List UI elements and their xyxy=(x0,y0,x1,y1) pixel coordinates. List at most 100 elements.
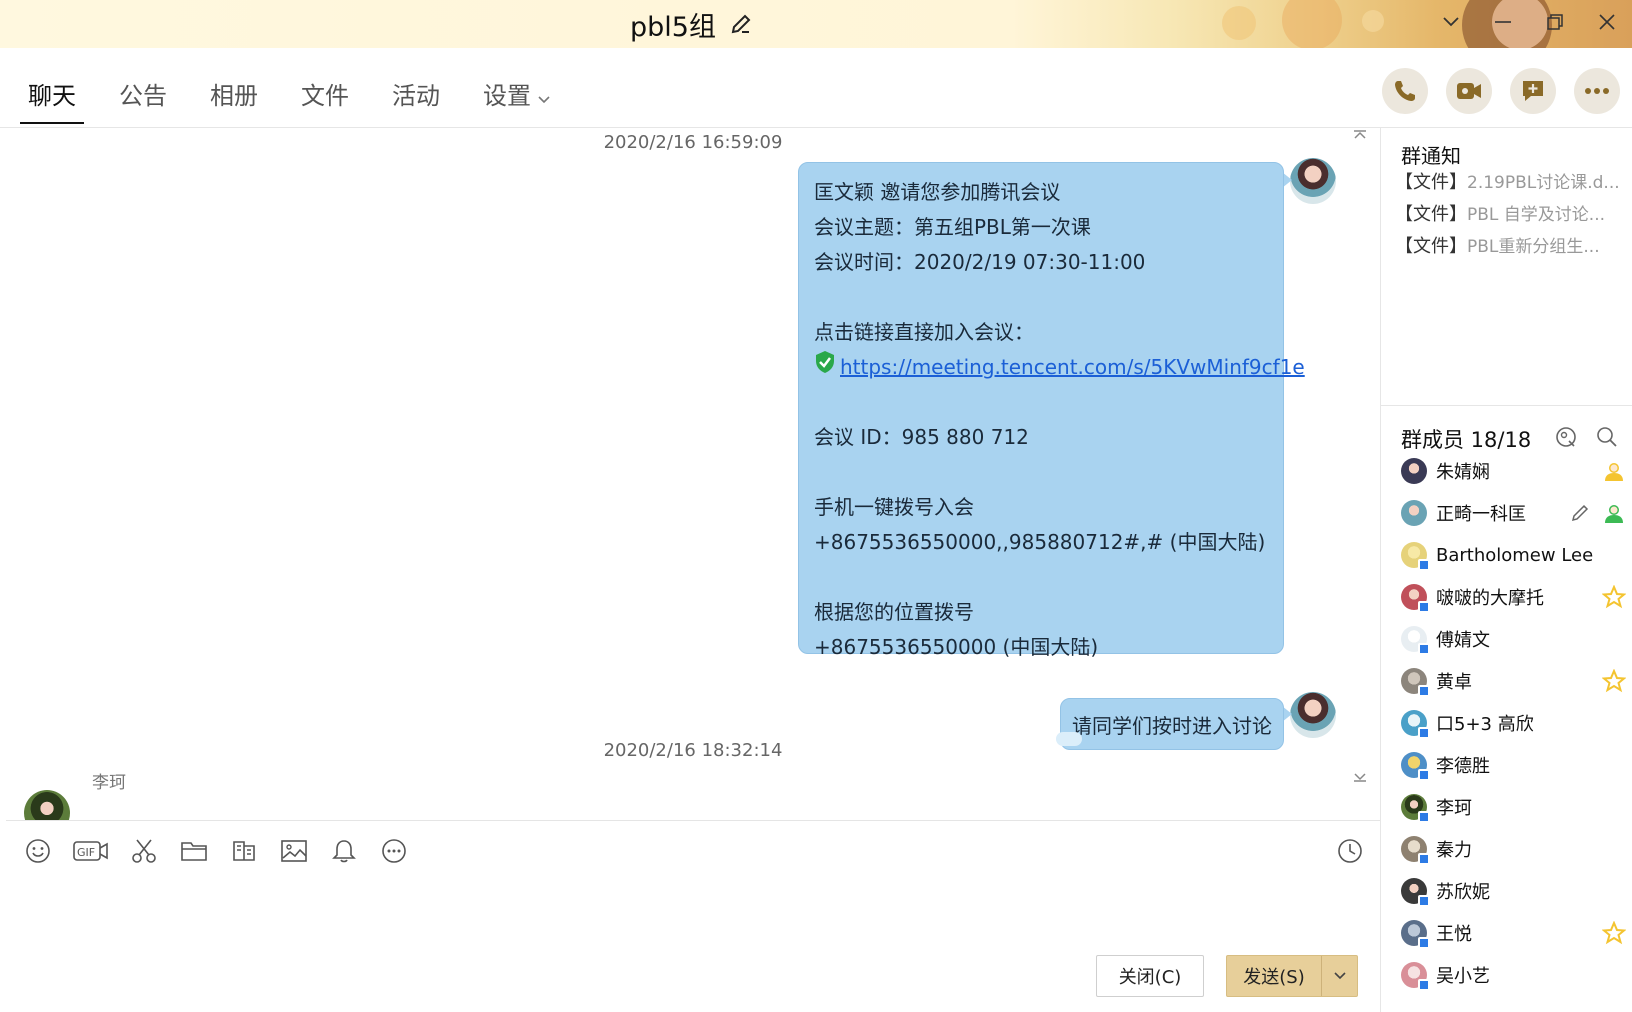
member-avatar xyxy=(1401,752,1430,781)
notice-item[interactable]: 【文件】2.19PBL讨论课.d... xyxy=(1395,168,1625,194)
member-item[interactable]: 王悦 xyxy=(1401,916,1627,950)
notice-tag: 【文件】 xyxy=(1395,236,1467,257)
member-item[interactable]: 傅婧文 xyxy=(1401,622,1627,656)
member-name: 李德胜 xyxy=(1436,756,1490,777)
sender-avatar[interactable] xyxy=(1290,158,1336,204)
minimize-icon[interactable] xyxy=(1490,9,1516,35)
member-avatar xyxy=(1401,878,1430,907)
history-clock-icon[interactable] xyxy=(1334,835,1366,867)
member-name: 王悦 xyxy=(1436,924,1472,945)
member-search-icon[interactable] xyxy=(1594,424,1620,450)
notice-item[interactable]: 【文件】PBL重新分组生... xyxy=(1395,232,1625,258)
close-icon[interactable] xyxy=(1594,9,1620,35)
member-avatar xyxy=(1401,542,1430,571)
member-name: 苏欣妮 xyxy=(1436,882,1490,903)
notice-item[interactable]: 【文件】PBL 自学及讨论... xyxy=(1395,200,1625,226)
image-icon[interactable] xyxy=(278,835,310,867)
send-button[interactable]: 发送(S) xyxy=(1226,955,1358,997)
message-text: 请同学们按时进入讨论 xyxy=(1072,713,1272,738)
sender-avatar[interactable] xyxy=(1290,692,1336,738)
tab-label: 公告 xyxy=(119,82,167,110)
edit-title-icon[interactable] xyxy=(728,11,754,37)
group-owner-icon xyxy=(1601,458,1627,484)
group-info-panel: 群通知 【文件】2.19PBL讨论课.d... 【文件】PBL 自学及讨论...… xyxy=(1380,128,1632,1012)
more-options-button[interactable] xyxy=(1574,68,1620,114)
meeting-link[interactable]: https://meeting.tencent.com/s/5KVwMinf9c… xyxy=(840,350,1305,385)
document-tool-icon[interactable] xyxy=(228,835,260,867)
restore-icon[interactable] xyxy=(1542,9,1568,35)
member-item[interactable]: 黄卓 xyxy=(1401,664,1627,698)
member-name: 口5+3 高欣 xyxy=(1436,714,1534,735)
shield-check-icon xyxy=(814,350,836,385)
tab-album[interactable]: 相册 xyxy=(202,78,266,126)
gif-icon[interactable]: GIF xyxy=(72,835,110,867)
message-input-area[interactable]: GIF 关闭(C) 发送(S) xyxy=(6,820,1380,1012)
collapse-chevron-icon[interactable] xyxy=(1438,9,1464,35)
member-name: 朱婧娴 xyxy=(1436,462,1490,483)
member-avatar xyxy=(1401,626,1430,655)
member-item[interactable]: 朱婧娴 xyxy=(1401,454,1627,488)
chat-message-area[interactable]: 2020/2/16 16:59:09 匡文颖 邀请您参加腾讯会议 会议主题：第五… xyxy=(6,128,1380,820)
member-item[interactable]: 李珂 xyxy=(1401,790,1627,824)
member-name: 正畸一科匡 xyxy=(1436,504,1526,525)
member-name: Bartholomew Lee xyxy=(1436,544,1594,566)
video-call-button[interactable] xyxy=(1446,68,1492,114)
tab-label: 聊天 xyxy=(28,82,76,110)
edit-nickname-icon[interactable] xyxy=(1567,500,1593,526)
svg-text:GIF: GIF xyxy=(77,846,95,859)
voice-call-button[interactable] xyxy=(1382,68,1428,114)
member-avatar xyxy=(1401,458,1427,484)
meeting-invite-bubble[interactable]: 匡文颖 邀请您参加腾讯会议 会议主题：第五组PBL第一次课 会议时间：2020/… xyxy=(798,162,1305,659)
star-icon xyxy=(1601,668,1627,694)
close-button[interactable]: 关闭(C) xyxy=(1096,955,1204,997)
group-admin-icon xyxy=(1601,500,1627,526)
message-timestamp: 2020/2/16 16:59:09 xyxy=(603,132,783,153)
member-item[interactable]: 秦力 xyxy=(1401,832,1627,866)
sender-avatar[interactable] xyxy=(24,790,70,820)
panel-divider xyxy=(1381,405,1632,406)
member-item[interactable]: 口5+3 高欣 xyxy=(1401,706,1627,740)
meeting-link-prompt: 点击链接直接加入会议： xyxy=(814,320,1034,344)
member-item[interactable]: Bartholomew Lee xyxy=(1401,538,1627,572)
member-avatar xyxy=(1401,920,1430,949)
member-item[interactable]: 啵啵的大摩托 xyxy=(1401,580,1627,614)
tab-announcement[interactable]: 公告 xyxy=(111,78,175,126)
meeting-local-dial-number: +8675536550000 (中国大陆) xyxy=(814,635,1099,659)
member-avatar xyxy=(1401,668,1430,697)
tab-settings[interactable]: 设置 xyxy=(475,78,559,126)
screenshot-scissors-icon[interactable] xyxy=(128,835,160,867)
member-avatar xyxy=(1401,500,1427,526)
tab-files[interactable]: 文件 xyxy=(293,78,357,126)
title-bar: pbl5组 xyxy=(0,0,1632,48)
emoji-icon[interactable] xyxy=(22,835,54,867)
folder-icon[interactable] xyxy=(178,835,210,867)
tab-chat[interactable]: 聊天 xyxy=(20,78,84,126)
meeting-id: 会议 ID：985 880 712 xyxy=(814,425,1029,449)
scroll-top-icon[interactable] xyxy=(1351,128,1369,142)
member-item[interactable]: 苏欣妮 xyxy=(1401,874,1627,908)
send-options-chevron-icon[interactable] xyxy=(1321,956,1357,996)
member-avatar xyxy=(1401,962,1430,991)
more-tools-icon[interactable] xyxy=(378,835,410,867)
meeting-dial-number: +8675536550000,,985880712#,# (中国大陆) xyxy=(814,530,1266,554)
member-avatar xyxy=(1401,584,1430,613)
star-icon xyxy=(1601,920,1627,946)
close-button-label: 关闭(C) xyxy=(1118,967,1182,988)
member-item[interactable]: 吴小艺 xyxy=(1401,958,1627,992)
new-message-button[interactable] xyxy=(1510,68,1556,114)
tab-label: 活动 xyxy=(392,82,440,110)
member-name: 李珂 xyxy=(1436,798,1472,819)
tab-label: 文件 xyxy=(301,82,349,110)
meeting-dial-title: 手机一键拨号入会 xyxy=(814,495,974,519)
member-name: 秦力 xyxy=(1436,840,1472,861)
member-item[interactable]: 正畸一科匡 xyxy=(1401,496,1627,530)
member-avatar xyxy=(1401,710,1430,739)
chevron-down-icon xyxy=(537,79,551,115)
shake-bell-icon[interactable] xyxy=(328,835,360,867)
scroll-bottom-icon[interactable] xyxy=(1351,770,1369,784)
tab-activities[interactable]: 活动 xyxy=(384,78,448,126)
member-avatar xyxy=(1401,794,1430,823)
member-item[interactable]: 李德胜 xyxy=(1401,748,1627,782)
member-avatar xyxy=(1401,836,1430,865)
member-filter-icon[interactable] xyxy=(1554,424,1580,450)
